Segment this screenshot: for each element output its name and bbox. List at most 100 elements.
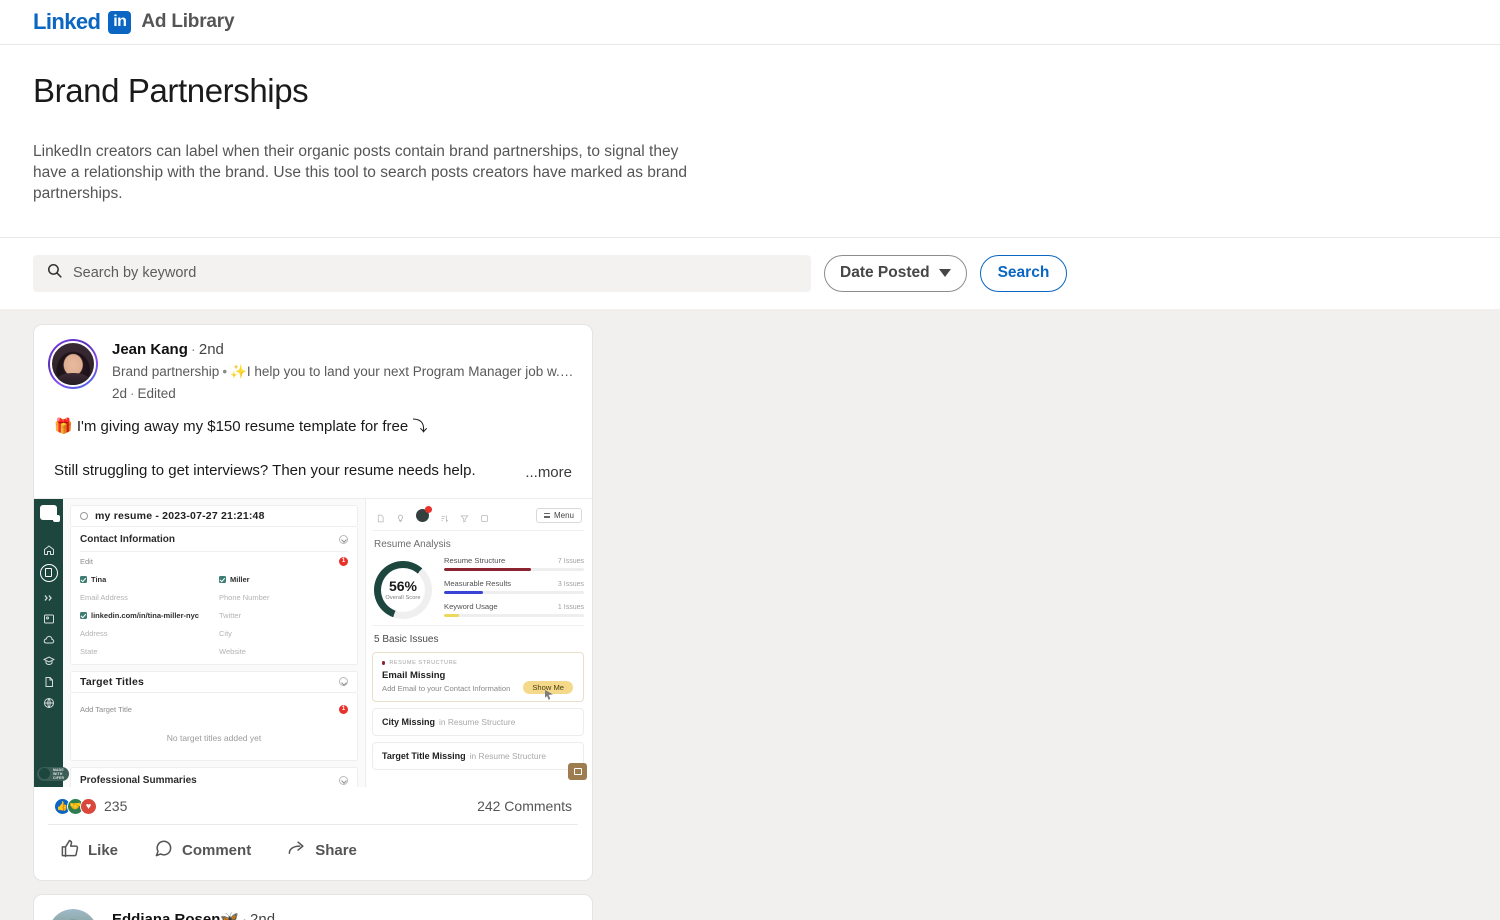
field-address[interactable]: Address bbox=[80, 629, 209, 638]
share-label: Share bbox=[315, 841, 357, 859]
field-phone[interactable]: Phone Number bbox=[219, 593, 348, 602]
field-linkedin[interactable]: linkedin.com/in/tina-miller-nyc bbox=[80, 611, 209, 620]
sort-icon[interactable] bbox=[440, 510, 449, 523]
issue-list-item[interactable]: Target Title Missing in Resume Structure bbox=[372, 741, 584, 770]
post-header: Eddiana Rosen🦋·2nd Brand partnership•Emp… bbox=[34, 895, 592, 920]
field-city[interactable]: City bbox=[219, 629, 348, 638]
field-last-name[interactable]: Miller bbox=[219, 575, 348, 584]
field-twitter[interactable]: Twitter bbox=[219, 611, 348, 620]
linkedin-ad-library-logo[interactable]: Linked in Ad Library bbox=[33, 10, 235, 34]
issue-category: RESUME STRUCTURE bbox=[389, 659, 458, 666]
search-button[interactable]: Search bbox=[979, 254, 1068, 292]
overall-score-value: 56% bbox=[388, 578, 418, 595]
bullet-icon bbox=[382, 661, 386, 665]
avatar[interactable] bbox=[48, 908, 98, 920]
home-icon[interactable] bbox=[43, 543, 55, 555]
document-icon[interactable] bbox=[376, 510, 385, 523]
resume-analysis-panel: Menu Resume Analysis 56% Overall Score R… bbox=[365, 498, 592, 787]
post-media-screenshot[interactable]: MADE WITH CIFER my resume - 2023-07-27 2… bbox=[34, 497, 592, 787]
metric-row: Resume Structure 7 Issues bbox=[444, 556, 584, 571]
app-logo-icon bbox=[40, 504, 60, 522]
target-titles-empty-note: No target titles added yet bbox=[166, 732, 262, 743]
check-icon bbox=[219, 575, 226, 583]
document-title: my resume - 2023-07-27 21:21:48 bbox=[95, 509, 265, 522]
issue-count-badge: 1 bbox=[339, 704, 348, 714]
see-more-link[interactable]: ...more bbox=[525, 464, 572, 481]
edit-row[interactable]: Edit 1 bbox=[80, 550, 348, 571]
metric-bar-fill bbox=[444, 590, 484, 594]
issue-title: Target Title Missing bbox=[382, 750, 466, 761]
date-posted-filter[interactable]: Date Posted bbox=[824, 254, 967, 292]
metric-row: Keyword Usage 1 Issues bbox=[444, 602, 584, 617]
hamburger-icon bbox=[543, 512, 550, 518]
app-sidebar-rail: MADE WITH CIFER bbox=[34, 498, 70, 787]
graduation-cap-icon[interactable] bbox=[42, 654, 55, 666]
flag-icon[interactable] bbox=[568, 762, 587, 780]
target-titles-header: Target Titles bbox=[70, 670, 358, 693]
issue-title: Email Missing bbox=[382, 669, 446, 681]
connection-degree: 2nd bbox=[250, 910, 276, 920]
documents-icon[interactable] bbox=[39, 563, 58, 582]
avatar[interactable] bbox=[48, 338, 98, 389]
reactions-count: 235 bbox=[104, 798, 128, 815]
metric-bar-fill bbox=[444, 567, 531, 571]
check-icon bbox=[80, 611, 87, 619]
collapse-icon[interactable] bbox=[339, 677, 348, 687]
analysis-active-icon[interactable] bbox=[416, 505, 432, 522]
comment-label: Comment bbox=[182, 841, 252, 859]
lightbulb-icon[interactable] bbox=[396, 510, 405, 523]
chevron-down-icon bbox=[938, 269, 951, 278]
search-field-wrapper[interactable] bbox=[33, 254, 811, 292]
search-icon bbox=[46, 262, 63, 284]
like-button[interactable]: Like bbox=[48, 832, 130, 869]
post-edited-flag: Edited bbox=[137, 385, 176, 401]
date-posted-label: Date Posted bbox=[840, 264, 930, 282]
post-text-line-1: 🎁 I'm giving away my $150 resume templat… bbox=[54, 418, 428, 436]
cloud-icon[interactable] bbox=[43, 633, 55, 645]
post-author-name[interactable]: Jean Kang bbox=[112, 341, 188, 358]
share-arrow-icon bbox=[287, 839, 306, 862]
post-age: 2d bbox=[112, 385, 128, 401]
post-body: 🎁 I'm giving away my $150 resume templat… bbox=[34, 403, 592, 481]
resume-analysis-title: Resume Analysis bbox=[372, 529, 584, 556]
issue-suffix: in Resume Structure bbox=[469, 750, 547, 761]
app-name-label: Ad Library bbox=[141, 11, 235, 32]
file-icon[interactable] bbox=[43, 675, 55, 687]
post-author-headline: ✨I help you to land your next Program Ma… bbox=[230, 364, 578, 380]
document-title-bar: my resume - 2023-07-27 21:21:48 bbox=[70, 504, 358, 527]
comment-bubble-icon bbox=[154, 839, 173, 862]
reactions-group[interactable]: 👍 🤝 ♥ 235 bbox=[54, 797, 128, 815]
metric-label: Resume Structure bbox=[444, 555, 506, 565]
field-website[interactable]: Website bbox=[219, 647, 348, 656]
collapse-icon[interactable] bbox=[339, 775, 348, 785]
contact-information-title: Contact Information bbox=[80, 533, 175, 545]
collapse-icon[interactable] bbox=[339, 534, 348, 544]
page-title: Brand Partnerships bbox=[33, 72, 309, 109]
field-first-name[interactable]: Tina bbox=[80, 575, 209, 584]
note-icon[interactable] bbox=[480, 510, 489, 523]
field-email[interactable]: Email Address bbox=[80, 593, 209, 602]
contact-card-icon[interactable] bbox=[43, 612, 55, 624]
search-input[interactable] bbox=[73, 265, 798, 282]
post-author-name[interactable]: Eddiana Rosen bbox=[112, 911, 220, 920]
filter-icon[interactable] bbox=[460, 510, 469, 523]
share-button[interactable]: Share bbox=[275, 832, 369, 869]
featured-issue-card[interactable]: RESUME STRUCTURE Email Missing Add Email… bbox=[372, 651, 584, 702]
globe-icon[interactable] bbox=[43, 696, 55, 708]
search-toolbar: Date Posted Search bbox=[0, 236, 1500, 309]
post-author-line: Eddiana Rosen🦋 · 2nd bbox=[112, 910, 578, 920]
metric-row: Measurable Results 3 Issues bbox=[444, 579, 584, 594]
add-target-title-row[interactable]: Add Target Title 1 bbox=[80, 700, 348, 719]
field-state[interactable]: State bbox=[80, 647, 209, 656]
menu-button[interactable]: Menu bbox=[535, 507, 582, 523]
post-action-bar: Like Comment Share bbox=[48, 823, 578, 880]
post-subline: Brand partnership • ✨I help you to land yo… bbox=[112, 362, 578, 382]
comment-button[interactable]: Comment bbox=[142, 832, 263, 869]
overall-score-label: Overall Score bbox=[385, 595, 421, 602]
professional-summaries-title: Professional Summaries bbox=[80, 774, 197, 786]
metric-label: Measurable Results bbox=[444, 578, 512, 588]
chevrons-icon[interactable] bbox=[43, 591, 55, 603]
comments-count[interactable]: 242 Comments bbox=[477, 798, 572, 814]
issue-list-item[interactable]: City Missing in Resume Structure bbox=[372, 707, 584, 736]
post-card: Eddiana Rosen🦋·2nd Brand partnership•Emp… bbox=[33, 893, 593, 920]
